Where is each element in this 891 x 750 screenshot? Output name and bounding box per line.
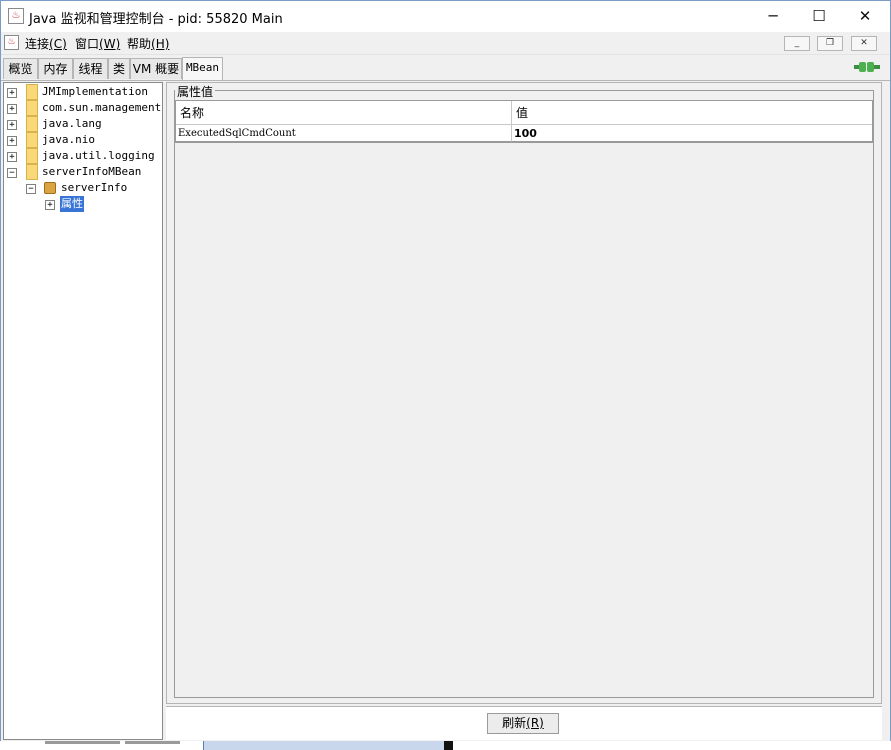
expand-icon[interactable]: + [7,88,17,98]
java-cup-icon: ♨ [8,8,24,24]
attribute-name-cell[interactable]: ExecutedSqlCmdCount [176,125,512,142]
tree-node-label: java.nio [42,133,95,146]
folder-icon [26,148,38,164]
title-bar[interactable]: ♨ Java 监视和管理控制台 - pid: 55820 Main ─ ☐ ✕ [1,1,890,32]
background-window-edge [45,741,120,744]
mbean-tree[interactable]: + JMImplementation + com.sun.management … [3,82,163,740]
expand-icon[interactable]: + [7,136,17,146]
tree-node-label: java.util.logging [42,149,155,162]
maximize-button[interactable]: ☐ [796,1,842,32]
column-header-value[interactable]: 值 [512,101,872,125]
tab-classes[interactable]: 类 [108,58,130,79]
menu-connection-mnemonic: (C) [49,37,67,51]
tree-node-label: java.lang [42,117,102,130]
folder-icon [26,116,38,132]
folder-icon [26,84,38,100]
menu-help-label: 帮助 [127,37,152,51]
tree-node-label: serverInfo [61,181,128,194]
inner-close-button[interactable]: ✕ [851,36,877,51]
expand-icon[interactable]: + [7,120,17,130]
folder-icon [26,164,38,180]
tab-mbean[interactable]: MBean [182,57,223,80]
connected-plug-icon[interactable] [854,60,880,74]
folder-icon [26,100,38,116]
collapse-icon[interactable]: − [7,168,17,178]
attribute-group-title: 属性值 [175,83,216,100]
inner-restore-button[interactable]: ❐ [817,36,843,51]
expand-icon[interactable]: + [7,152,17,162]
menu-window-label: 窗口 [75,37,100,51]
tree-node-label: serverInfoMBean [42,165,142,178]
main-window: ♨ Java 监视和管理控制台 - pid: 55820 Main ─ ☐ ✕ … [0,0,891,742]
menu-connection-label: 连接 [25,37,50,51]
tab-threads[interactable]: 线程 [73,58,108,79]
refresh-button-label: 刷新 [502,716,527,730]
tab-bar: 概览 内存 线程 类 VM 概要 MBean [1,55,890,81]
attribute-table[interactable]: 名称 值 ExecutedSqlCmdCount 100 [175,100,873,143]
tab-vm-summary[interactable]: VM 概要 [130,58,182,79]
column-header-name[interactable]: 名称 [176,101,512,125]
collapse-icon[interactable]: − [26,184,36,194]
minimize-button[interactable]: ─ [750,1,796,32]
menu-window[interactable]: 窗口(W) [75,35,120,52]
mbean-icon [44,182,56,194]
attribute-group-border [174,90,874,698]
refresh-button[interactable]: 刷新(R) [487,713,559,734]
tree-node-label: 属性 [60,196,84,212]
menu-help[interactable]: 帮助(H) [127,35,169,52]
java-cup-icon: ♨ [4,35,19,50]
attribute-value-cell[interactable]: 100 [512,125,872,142]
tab-memory[interactable]: 内存 [38,58,73,79]
tree-node-label: com.sun.management [42,101,162,114]
window-title: Java 监视和管理控制台 - pid: 55820 Main [29,12,283,27]
background-window-edge [203,741,444,750]
refresh-button-mnemonic: (R) [526,716,544,730]
tab-overview[interactable]: 概览 [3,58,38,79]
refresh-bar: 刷新(R) [166,706,882,740]
tree-node-label: JMImplementation [42,85,148,98]
background-window-edge [444,741,453,750]
menu-connection[interactable]: 连接(C) [25,35,67,52]
close-button[interactable]: ✕ [842,1,888,32]
background-window-edge [125,741,180,744]
expand-icon[interactable]: + [45,200,55,210]
expand-icon[interactable]: + [7,104,17,114]
menu-window-mnemonic: (W) [99,37,121,51]
menu-help-mnemonic: (H) [151,37,170,51]
folder-icon [26,132,38,148]
inner-minimize-button[interactable]: _ [784,36,810,51]
menu-bar: ♨ 连接(C) 窗口(W) 帮助(H) [1,32,890,55]
